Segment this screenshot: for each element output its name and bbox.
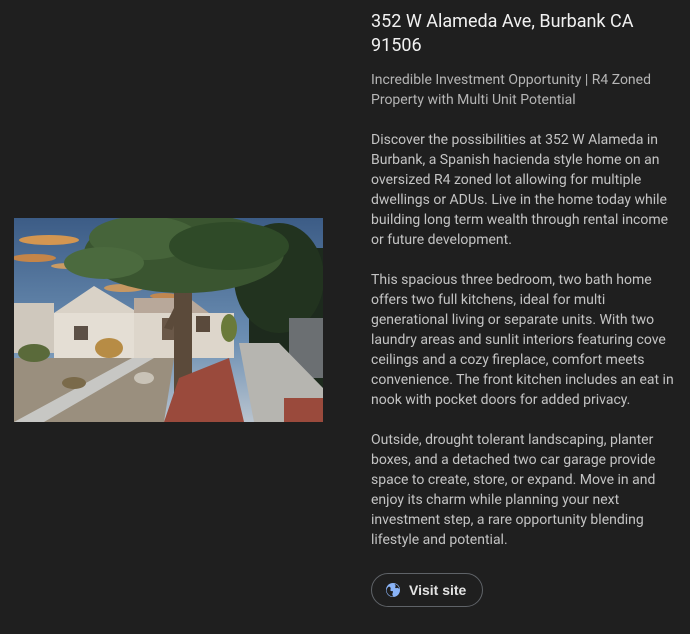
description-paragraph: Outside, drought tolerant landscaping, p… [371,432,656,548]
house-photo [14,218,323,422]
description-paragraph: This spacious three bedroom, two bath ho… [371,272,674,408]
visit-site-label: Visit site [409,582,467,598]
listing-details: 352 W Alameda Ave, Burbank CA 91506 Incr… [371,10,679,607]
listing-subtitle: Incredible Investment Opportunity | R4 Z… [371,72,651,108]
listing-title: 352 W Alameda Ave, Burbank CA 91506 [371,11,634,56]
visit-site-button[interactable]: Visit site [371,573,484,607]
listing-photo[interactable] [14,218,323,422]
description-paragraph: Discover the possibilities at 352 W Alam… [371,132,669,248]
globe-icon [385,582,401,598]
